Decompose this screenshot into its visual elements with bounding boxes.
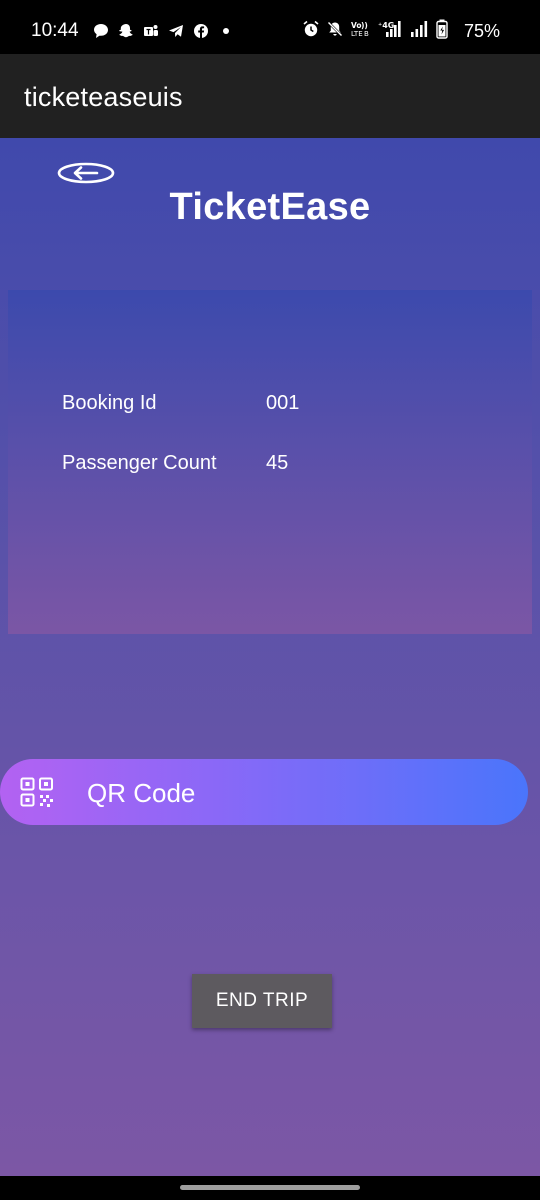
signal-icon	[410, 20, 430, 38]
booking-info-card: Booking Id 001 Passenger Count 45	[8, 290, 532, 634]
chat-icon	[92, 22, 109, 39]
home-gesture-handle[interactable]	[180, 1185, 360, 1190]
navigation-bar	[0, 1176, 540, 1200]
system-icons: Vo)) LTE B ⁺4G	[302, 19, 448, 39]
volte-icon: Vo)) LTE B	[350, 20, 372, 38]
notification-icons	[92, 22, 234, 39]
telegram-icon	[167, 22, 184, 39]
passenger-count-value: 45	[266, 452, 289, 474]
signal-4g-icon: ⁺4G	[378, 20, 404, 38]
status-bar: 10:44 Vo)) LTE B ⁺4G 75%	[0, 0, 540, 54]
facebook-icon	[192, 22, 209, 39]
app-bar: ticketeaseuis	[0, 54, 540, 138]
svg-text:Vo: Vo	[351, 21, 362, 30]
main-content: TicketEase Booking Id 001 Passenger Coun…	[0, 138, 540, 1176]
passenger-count-label: Passenger Count	[62, 452, 217, 474]
qr-code-label: QR Code	[87, 778, 196, 808]
teams-icon	[142, 22, 159, 39]
snapchat-icon	[117, 22, 134, 39]
end-trip-button[interactable]: END TRIP	[192, 974, 332, 1028]
app-title: ticketeaseuis	[24, 82, 183, 112]
svg-text:B: B	[364, 30, 369, 38]
booking-id-label: Booking Id	[62, 392, 157, 414]
status-time: 10:44	[31, 20, 79, 41]
back-button[interactable]	[56, 160, 116, 186]
mute-icon	[326, 20, 344, 38]
brand-title: TicketEase	[169, 186, 371, 228]
qr-code-icon	[20, 777, 53, 807]
svg-text:LTE: LTE	[351, 30, 363, 38]
battery-percentage: 75%	[463, 21, 500, 41]
svg-text:⁺4G: ⁺4G	[378, 21, 394, 30]
battery-icon	[436, 19, 448, 39]
qr-code-button[interactable]: QR Code	[0, 759, 528, 825]
dot-icon	[217, 22, 234, 39]
back-arrow-icon	[57, 162, 115, 184]
svg-text:)): ))	[361, 21, 368, 30]
booking-id-value: 001	[266, 392, 300, 414]
alarm-icon	[302, 20, 320, 38]
